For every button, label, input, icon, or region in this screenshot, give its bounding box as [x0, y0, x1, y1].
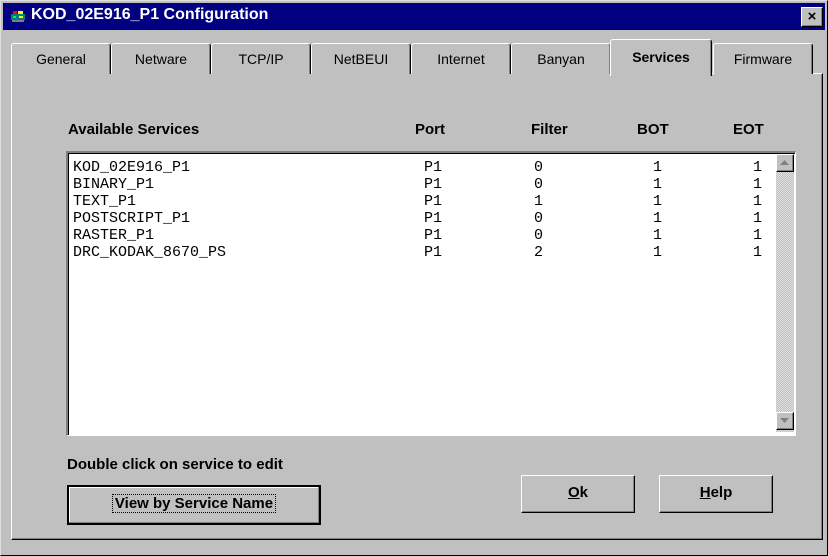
close-button[interactable]: × [801, 7, 823, 27]
header-filter: Filter [531, 121, 568, 138]
header-port: Port [415, 121, 445, 138]
service-eot: 1 [753, 210, 763, 227]
service-filter: 0 [534, 176, 544, 193]
tab-label: Internet [437, 51, 485, 67]
tab-general[interactable]: General [11, 43, 111, 74]
scroll-down-button[interactable] [776, 412, 794, 430]
help-mnemonic: H [699, 484, 711, 501]
close-icon: × [807, 8, 817, 25]
printer-icon [11, 11, 25, 22]
help-rest: elp [710, 484, 733, 501]
service-filter: 0 [534, 227, 544, 244]
vertical-scrollbar[interactable] [776, 154, 794, 432]
service-bot: 1 [653, 227, 663, 244]
tab-tcpip[interactable]: TCP/IP [211, 43, 311, 74]
service-eot: 1 [753, 176, 763, 193]
tab-banyan[interactable]: Banyan [511, 43, 611, 74]
service-name: BINARY_P1 [73, 176, 155, 193]
service-filter: 2 [534, 244, 544, 261]
edit-hint-text: Double click on service to edit [67, 456, 283, 473]
service-eot: 1 [753, 227, 763, 244]
service-bot: 1 [653, 210, 663, 227]
tab-label: General [36, 51, 86, 67]
title-bar[interactable]: KOD_02E916_P1 Configuration × [3, 3, 825, 30]
service-filter: 0 [534, 210, 544, 227]
service-filter: 0 [534, 159, 544, 176]
tab-internet[interactable]: Internet [411, 43, 511, 74]
tab-services[interactable]: Services [610, 39, 712, 76]
service-eot: 1 [753, 193, 763, 210]
help-label: Help [700, 484, 733, 501]
service-port: P1 [424, 159, 443, 176]
header-available-services: Available Services [68, 121, 200, 138]
service-bot: 1 [653, 159, 663, 176]
service-name: DRC_KODAK_8670_PS [73, 244, 227, 261]
ok-label: Ok [568, 484, 588, 501]
service-port: P1 [424, 244, 443, 261]
tab-netbeui[interactable]: NetBEUI [311, 43, 411, 74]
view-by-service-name-button[interactable]: View by Service Name [67, 485, 321, 525]
help-button[interactable]: Help [659, 475, 773, 513]
service-port: P1 [424, 193, 443, 210]
service-eot: 1 [753, 244, 763, 261]
arrow-up-icon [780, 160, 789, 165]
service-bot: 1 [653, 176, 663, 193]
services-listbox[interactable]: KOD_02E916_P1 P1 0 1 1 BINARY_P1 P1 0 1 … [66, 151, 796, 436]
tab-label: Netware [134, 51, 188, 67]
ok-mnemonic: O [567, 484, 580, 501]
ok-rest: k [579, 484, 588, 501]
ok-button[interactable]: Ok [521, 475, 635, 513]
service-name: KOD_02E916_P1 [73, 159, 191, 176]
service-eot: 1 [753, 159, 763, 176]
window-title: KOD_02E916_P1 Configuration [31, 6, 269, 23]
service-name: TEXT_P1 [73, 193, 137, 210]
header-bot: BOT [637, 121, 669, 138]
tab-label: Services [632, 49, 690, 65]
service-name: POSTSCRIPT_P1 [73, 210, 191, 227]
service-port: P1 [424, 210, 443, 227]
tab-firmware[interactable]: Firmware [713, 43, 813, 74]
configuration-window: KOD_02E916_P1 Configuration × General Ne… [0, 0, 828, 556]
tab-label: NetBEUI [333, 51, 389, 67]
view-by-label: View by Service Name [111, 494, 277, 513]
tab-label: TCP/IP [238, 51, 284, 67]
tab-netware[interactable]: Netware [111, 43, 211, 74]
tab-label: Firmware [733, 51, 793, 67]
service-filter: 1 [534, 193, 544, 210]
arrow-down-icon [780, 418, 789, 423]
service-bot: 1 [653, 244, 663, 261]
header-eot: EOT [733, 121, 764, 138]
service-name: RASTER_P1 [73, 227, 155, 244]
service-bot: 1 [653, 193, 663, 210]
service-port: P1 [424, 227, 443, 244]
tab-label: Banyan [537, 51, 585, 67]
service-port: P1 [424, 176, 443, 193]
scroll-up-button[interactable] [776, 154, 794, 172]
